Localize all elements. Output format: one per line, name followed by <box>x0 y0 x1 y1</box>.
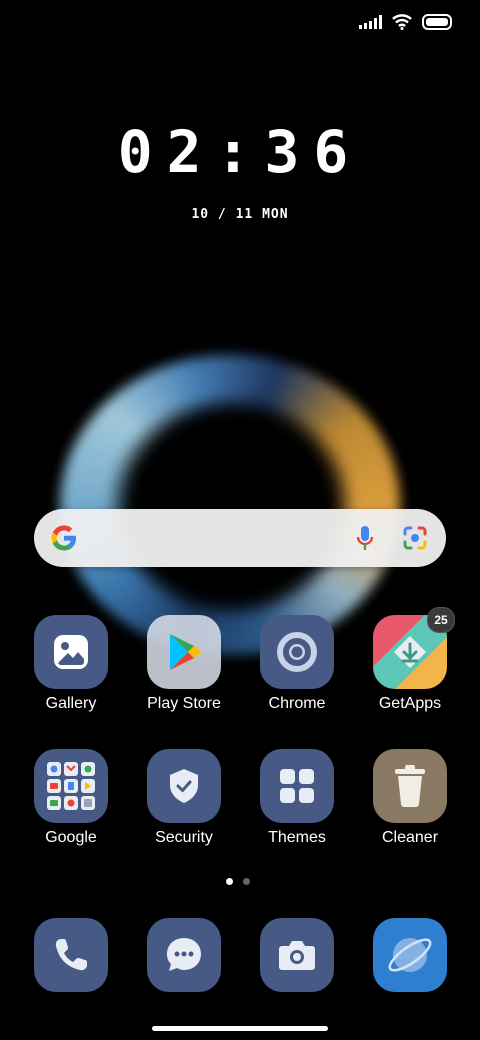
dock-messages[interactable] <box>129 918 239 992</box>
messages-icon <box>147 918 221 992</box>
status-bar <box>359 10 452 34</box>
app-label: Play Store <box>147 695 221 712</box>
google-search-bar[interactable] <box>34 509 446 567</box>
google-folder-icon <box>34 749 108 823</box>
dock-phone[interactable] <box>16 918 126 992</box>
app-label: Google <box>45 829 97 846</box>
page-indicator[interactable] <box>226 878 250 885</box>
notification-badge: 25 <box>427 607 455 633</box>
app-getapps[interactable]: 25 GetApps <box>355 607 465 713</box>
battery-icon <box>422 14 452 30</box>
app-cleaner[interactable]: Cleaner <box>355 749 465 847</box>
chrome-icon <box>260 615 334 689</box>
dock-camera[interactable] <box>242 918 352 992</box>
date-label[interactable]: 10 / 11 MON <box>0 207 480 222</box>
app-security[interactable]: Security <box>129 749 239 847</box>
signal-icon <box>359 15 382 29</box>
gallery-icon <box>34 615 108 689</box>
home-screen: 02:36 10 / 11 MON Gallery Play Store Chr… <box>0 0 480 1040</box>
app-label: GetApps <box>378 695 442 712</box>
app-themes[interactable]: Themes <box>242 749 352 847</box>
camera-icon <box>260 918 334 992</box>
clock-widget[interactable]: 02:36 <box>0 118 480 186</box>
app-gallery[interactable]: Gallery <box>16 615 126 713</box>
app-label: Chrome <box>268 695 326 712</box>
browser-icon <box>373 918 447 992</box>
cleaner-icon <box>373 749 447 823</box>
app-label: Security <box>155 829 213 846</box>
getapps-icon: 25 <box>373 607 455 689</box>
play-store-icon <box>147 615 221 689</box>
themes-icon <box>260 749 334 823</box>
dock-browser[interactable] <box>355 918 465 992</box>
app-chrome[interactable]: Chrome <box>242 615 352 713</box>
google-logo <box>50 524 78 552</box>
wallpaper-ring-center <box>128 408 338 608</box>
lens-icon[interactable] <box>402 525 428 551</box>
security-icon <box>147 749 221 823</box>
app-label: Themes <box>268 829 326 846</box>
app-play-store[interactable]: Play Store <box>129 615 239 713</box>
wifi-icon <box>392 14 412 30</box>
phone-icon <box>34 918 108 992</box>
page-dot-active <box>226 878 233 885</box>
mic-icon[interactable] <box>356 524 374 552</box>
home-indicator[interactable] <box>152 1026 328 1031</box>
page-dot <box>243 878 250 885</box>
app-google-folder[interactable]: Google <box>16 749 126 847</box>
app-label: Cleaner <box>381 829 439 846</box>
app-label: Gallery <box>45 695 97 712</box>
